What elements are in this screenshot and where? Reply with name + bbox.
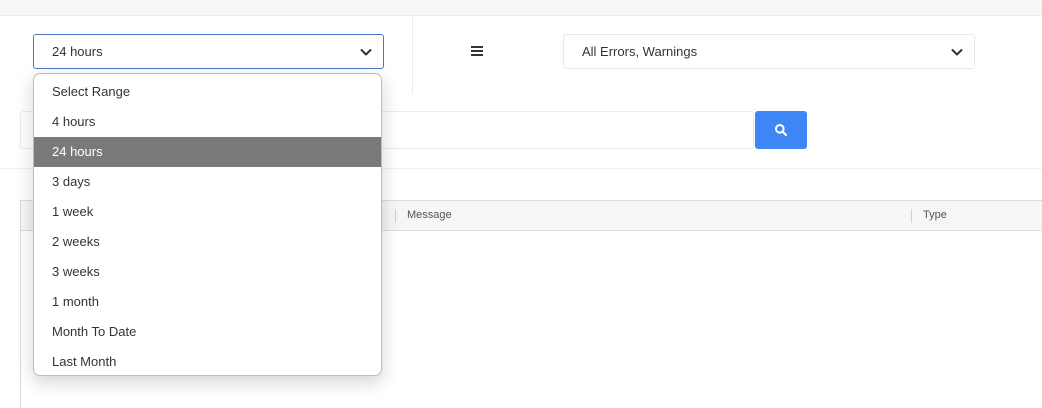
range-option[interactable]: Select Range	[34, 77, 381, 107]
range-option[interactable]: 4 hours	[34, 107, 381, 137]
range-option[interactable]: 2 weeks	[34, 227, 381, 257]
search-icon	[775, 124, 788, 137]
range-option[interactable]: 1 week	[34, 197, 381, 227]
level-select-value: All Errors, Warnings	[582, 44, 698, 59]
level-select[interactable]: All Errors, Warnings	[563, 34, 975, 69]
top-strip	[0, 0, 1042, 16]
range-option-selected[interactable]: 24 hours	[34, 137, 381, 167]
column-header-type[interactable]: Type	[923, 201, 947, 230]
range-select-value: 24 hours	[52, 44, 103, 59]
hamburger-icon[interactable]	[470, 44, 484, 58]
column-separator	[911, 209, 912, 223]
search-button[interactable]	[755, 111, 807, 149]
chevron-down-icon	[951, 48, 963, 55]
range-option[interactable]: Month To Date	[34, 317, 381, 347]
range-option[interactable]: 3 weeks	[34, 257, 381, 287]
chevron-down-icon	[360, 48, 372, 55]
range-select[interactable]: 24 hours	[33, 34, 384, 69]
range-option[interactable]: Last Month	[34, 347, 381, 375]
vertical-divider	[412, 16, 413, 94]
grid-body-border	[20, 231, 21, 408]
range-option[interactable]: 1 month	[34, 287, 381, 317]
range-option[interactable]: 3 days	[34, 167, 381, 197]
column-separator	[395, 209, 396, 223]
column-header-message[interactable]: Message	[407, 201, 452, 230]
range-dropdown-menu: Select Range 4 hours 24 hours 3 days 1 w…	[33, 73, 382, 376]
